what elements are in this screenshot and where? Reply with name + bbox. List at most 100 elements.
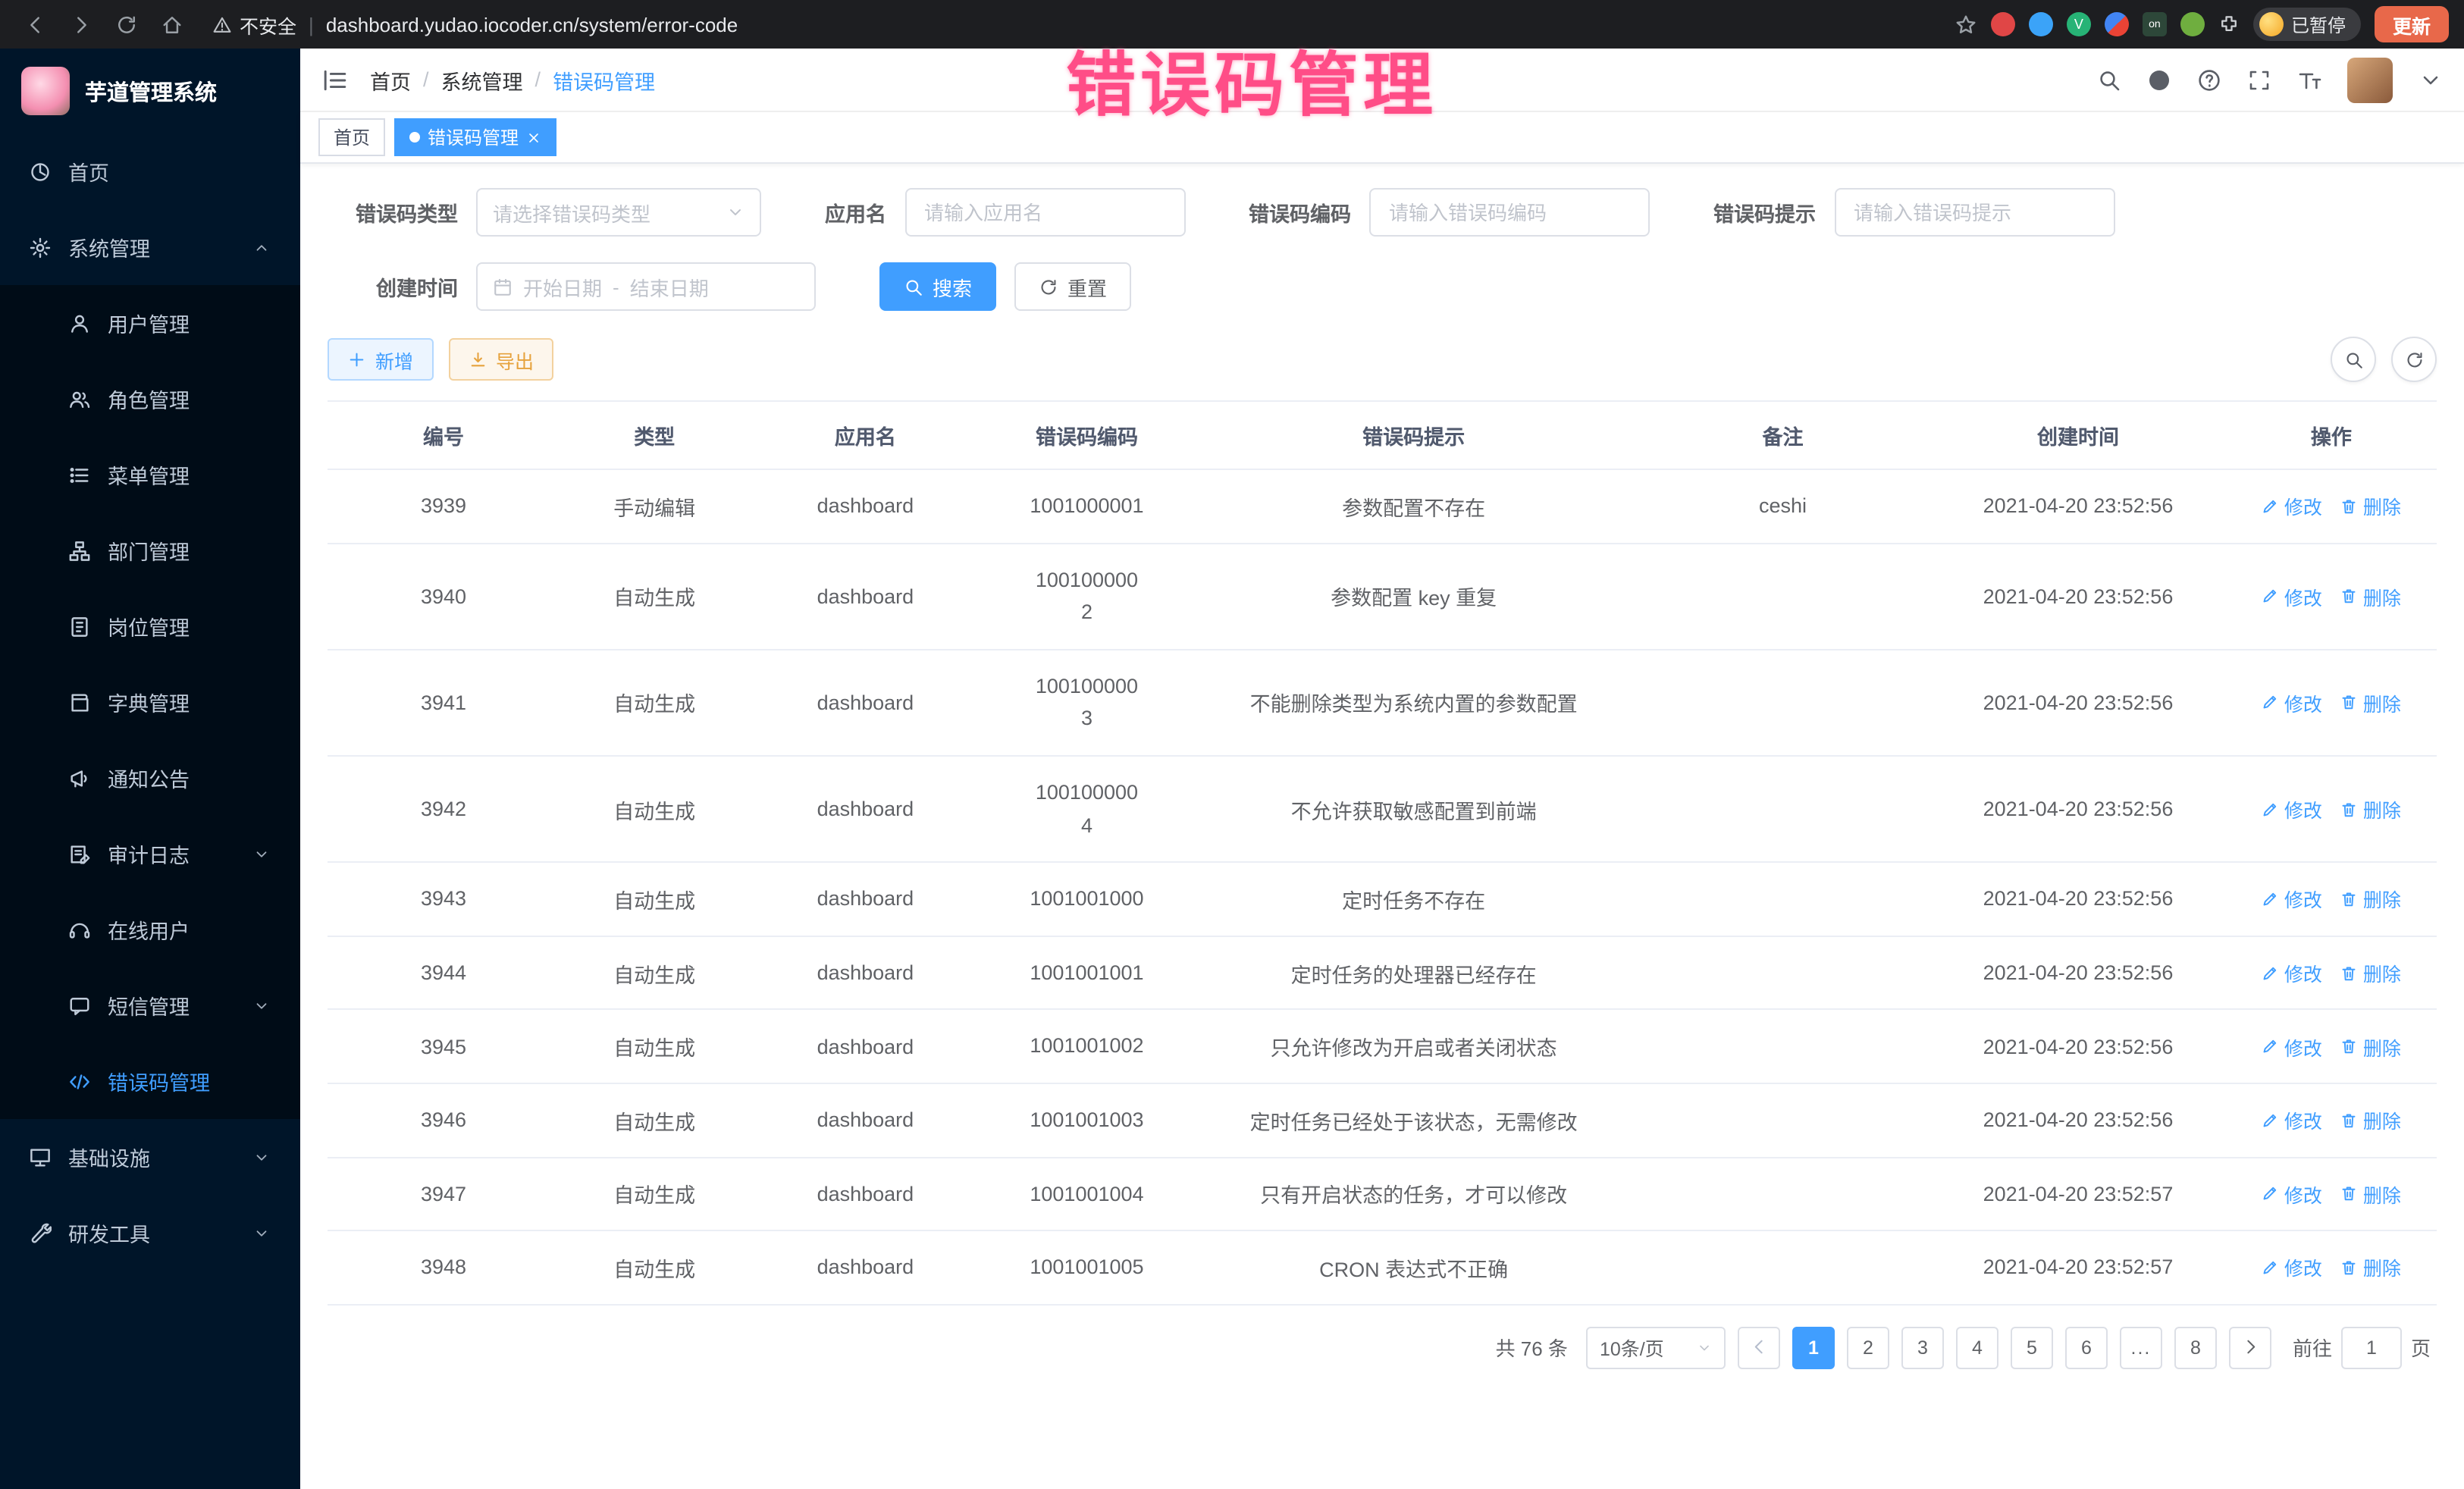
sidebar-item-5[interactable]: 部门管理: [0, 513, 300, 588]
prev-page-button[interactable]: [1738, 1326, 1780, 1368]
edit-link[interactable]: 修改: [2262, 1180, 2322, 1208]
edit-link[interactable]: 修改: [2262, 795, 2322, 823]
edit-link[interactable]: 修改: [2262, 1105, 2322, 1134]
sidebar-item-8[interactable]: 通知公告: [0, 740, 300, 816]
export-button[interactable]: 导出: [448, 338, 553, 381]
tab-1[interactable]: 错误码管理: [394, 118, 556, 156]
search-button[interactable]: 搜索: [879, 262, 996, 311]
sidebar-item-9[interactable]: 审计日志: [0, 816, 300, 892]
sidebar-item-2[interactable]: 用户管理: [0, 285, 300, 361]
hamburger-icon[interactable]: [321, 66, 349, 93]
page-button-5[interactable]: 5: [2011, 1326, 2053, 1368]
sidebar-item-14[interactable]: 研发工具: [0, 1195, 300, 1271]
delete-link[interactable]: 删除: [2340, 492, 2401, 521]
sidebar-item-13[interactable]: 基础设施: [0, 1119, 300, 1195]
delete-link[interactable]: 删除: [2340, 1032, 2401, 1061]
delete-link[interactable]: 删除: [2340, 795, 2401, 823]
goto-label: 前往: [2293, 1333, 2332, 1362]
page-button-6[interactable]: 6: [2065, 1326, 2108, 1368]
trash-icon: [2340, 1259, 2359, 1277]
back-icon[interactable]: [15, 5, 55, 44]
add-button[interactable]: 新增: [328, 338, 433, 381]
sidebar-item-1[interactable]: 系统管理: [0, 209, 300, 285]
delete-link[interactable]: 删除: [2340, 958, 2401, 987]
fullscreen-icon[interactable]: [2247, 67, 2271, 92]
page-more-button[interactable]: ...: [2120, 1326, 2162, 1368]
reset-button[interactable]: 重置: [1014, 262, 1131, 311]
search-icon[interactable]: [2097, 67, 2121, 92]
chevron-down-icon[interactable]: [2419, 67, 2443, 92]
sidebar-item-6[interactable]: 岗位管理: [0, 588, 300, 664]
error-type-select[interactable]: 请选择错误码类型: [476, 188, 761, 237]
delete-link[interactable]: 删除: [2340, 688, 2401, 717]
cell-app: dashboard: [749, 936, 981, 1010]
toggle-search-button[interactable]: [2331, 337, 2376, 382]
sidebar-item-12[interactable]: 错误码管理: [0, 1043, 300, 1119]
refresh-table-button[interactable]: [2391, 337, 2437, 382]
extension-red-icon[interactable]: [1991, 12, 2015, 36]
page-size-select[interactable]: 10条/页: [1586, 1326, 1726, 1368]
sidebar-item-3[interactable]: 角色管理: [0, 361, 300, 437]
user-avatar[interactable]: [2347, 57, 2393, 102]
extension-green-v-icon[interactable]: V: [2067, 12, 2091, 36]
logo-image: [21, 67, 70, 115]
edit-link[interactable]: 修改: [2262, 1032, 2322, 1061]
edit-link[interactable]: 修改: [2262, 1253, 2322, 1282]
cell-id: 3943: [328, 862, 560, 936]
breadcrumb-home[interactable]: 首页: [370, 64, 411, 95]
top-navbar: 首页 / 系统管理 / 错误码管理: [300, 49, 2464, 112]
breadcrumb-separator: /: [535, 68, 541, 91]
paused-pill[interactable]: 已暂停: [2253, 8, 2361, 41]
error-msg-input[interactable]: [1851, 199, 2098, 225]
update-button[interactable]: 更新: [2375, 6, 2449, 42]
reload-icon[interactable]: [106, 5, 146, 44]
sidebar-item-10[interactable]: 在线用户: [0, 892, 300, 967]
extension-leaf-icon[interactable]: [2180, 12, 2205, 36]
github-icon[interactable]: [2147, 67, 2171, 92]
sidebar-item-7[interactable]: 字典管理: [0, 664, 300, 740]
page-button-4[interactable]: 4: [1956, 1326, 1998, 1368]
edit-link[interactable]: 修改: [2262, 492, 2322, 521]
sidebar-item-4[interactable]: 菜单管理: [0, 437, 300, 513]
edit-icon: [2262, 1037, 2280, 1055]
page-button-2[interactable]: 2: [1847, 1326, 1889, 1368]
help-icon[interactable]: [2197, 67, 2221, 92]
tab-0[interactable]: 首页: [318, 118, 385, 156]
page-button-3[interactable]: 3: [1901, 1326, 1944, 1368]
page-button-8[interactable]: 8: [2174, 1326, 2217, 1368]
bookmark-star-icon[interactable]: [1955, 13, 1977, 36]
delete-link[interactable]: 删除: [2340, 1180, 2401, 1208]
breadcrumb-system[interactable]: 系统管理: [441, 64, 523, 95]
edit-link[interactable]: 修改: [2262, 885, 2322, 914]
app-logo[interactable]: 芋道管理系统: [0, 49, 300, 133]
page-button-1[interactable]: 1: [1792, 1326, 1835, 1368]
edit-link[interactable]: 修改: [2262, 688, 2322, 717]
delete-link[interactable]: 删除: [2340, 1253, 2401, 1282]
extension-blue-icon[interactable]: [2029, 12, 2053, 36]
cell-code: 100100000 4: [981, 756, 1192, 862]
address-bar[interactable]: 不安全 | dashboard.yudao.iocoder.cn/system/…: [212, 10, 1948, 39]
edit-link[interactable]: 修改: [2262, 581, 2322, 610]
chevron-down-icon: [249, 845, 273, 862]
error-code-input[interactable]: [1386, 199, 1633, 225]
forward-icon[interactable]: [61, 5, 100, 44]
table-row: 3947自动生成dashboard1001001004只有开启状态的任务，才可以…: [328, 1157, 2437, 1230]
search-icon: [2343, 350, 2363, 369]
goto-page-input[interactable]: [2341, 1326, 2402, 1368]
delete-link[interactable]: 删除: [2340, 885, 2401, 914]
extension-on-badge-icon[interactable]: on: [2143, 12, 2167, 36]
delete-link[interactable]: 删除: [2340, 581, 2401, 610]
home-icon[interactable]: [152, 5, 191, 44]
sidebar-item-11[interactable]: 短信管理: [0, 967, 300, 1043]
font-size-icon[interactable]: [2297, 67, 2321, 92]
sidebar-item-0[interactable]: 首页: [0, 133, 300, 209]
extension-palette-icon[interactable]: [2105, 12, 2129, 36]
puzzle-extensions-icon[interactable]: [2218, 14, 2240, 35]
cell-app: dashboard: [749, 543, 981, 649]
delete-link[interactable]: 删除: [2340, 1105, 2401, 1134]
edit-link[interactable]: 修改: [2262, 958, 2322, 987]
next-page-button[interactable]: [2229, 1326, 2271, 1368]
close-icon[interactable]: [526, 130, 541, 145]
app-name-input[interactable]: [921, 199, 1168, 225]
date-range-picker[interactable]: 开始日期 - 结束日期: [476, 262, 816, 311]
